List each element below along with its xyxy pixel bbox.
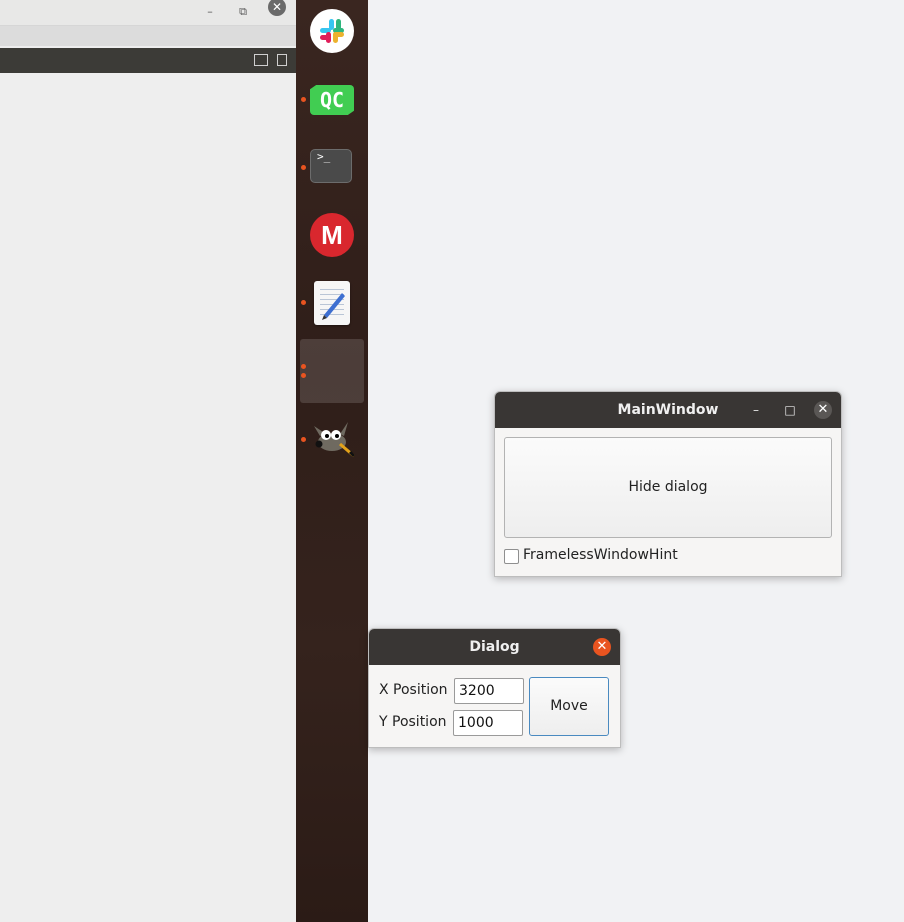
- minimize-button[interactable]: –: [747, 401, 765, 419]
- dialog-titlebar[interactable]: Dialog ✕: [369, 629, 620, 665]
- text-editor-icon[interactable]: [314, 281, 350, 325]
- frameless-checkbox-label[interactable]: FramelessWindowHint: [523, 547, 678, 563]
- move-button[interactable]: Move: [529, 677, 609, 736]
- minimize-button[interactable]: –: [201, 3, 219, 21]
- main-window-titlebar[interactable]: MainWindow – □ ✕: [495, 392, 841, 428]
- close-button[interactable]: ✕: [268, 0, 286, 16]
- background-window-titlebar: – ⧉ ✕: [0, 0, 296, 26]
- close-button[interactable]: ✕: [593, 638, 611, 656]
- dialog-title: Dialog: [469, 639, 520, 655]
- running-indicator: [301, 300, 306, 305]
- frameless-checkbox[interactable]: [504, 549, 519, 564]
- active-app-slot[interactable]: [300, 339, 364, 403]
- mega-icon[interactable]: M: [310, 213, 354, 257]
- y-position-label: Y Position: [379, 714, 447, 730]
- running-indicator: [301, 97, 306, 102]
- close-button[interactable]: ✕: [814, 401, 832, 419]
- maximize-button[interactable]: □: [781, 401, 799, 419]
- hide-dialog-button[interactable]: Hide dialog: [504, 437, 832, 538]
- dialog-window: Dialog ✕ X Position 3200 Y Position 1000…: [368, 628, 621, 748]
- slack-icon[interactable]: [310, 9, 354, 53]
- split-panel-icon[interactable]: [254, 54, 268, 66]
- running-indicator: [301, 364, 306, 369]
- main-window: MainWindow – □ ✕ Hide dialog FramelessWi…: [494, 391, 842, 577]
- running-indicator: [301, 437, 306, 442]
- qt-creator-icon[interactable]: QC: [310, 85, 354, 115]
- gimp-icon[interactable]: [310, 418, 356, 462]
- background-window-panel-header: [0, 48, 296, 73]
- background-window-toolbar: [0, 26, 296, 46]
- running-indicator: [301, 373, 306, 378]
- running-indicator: [301, 165, 306, 170]
- x-position-input[interactable]: 3200: [454, 678, 524, 704]
- dock: QC >_ M: [296, 0, 368, 922]
- terminal-icon[interactable]: >_: [310, 149, 352, 183]
- restore-button[interactable]: ⧉: [234, 3, 252, 21]
- close-panel-icon[interactable]: [277, 54, 287, 66]
- x-position-label: X Position: [379, 682, 448, 698]
- y-position-input[interactable]: 1000: [453, 710, 523, 736]
- background-window: – ⧉ ✕: [0, 0, 296, 922]
